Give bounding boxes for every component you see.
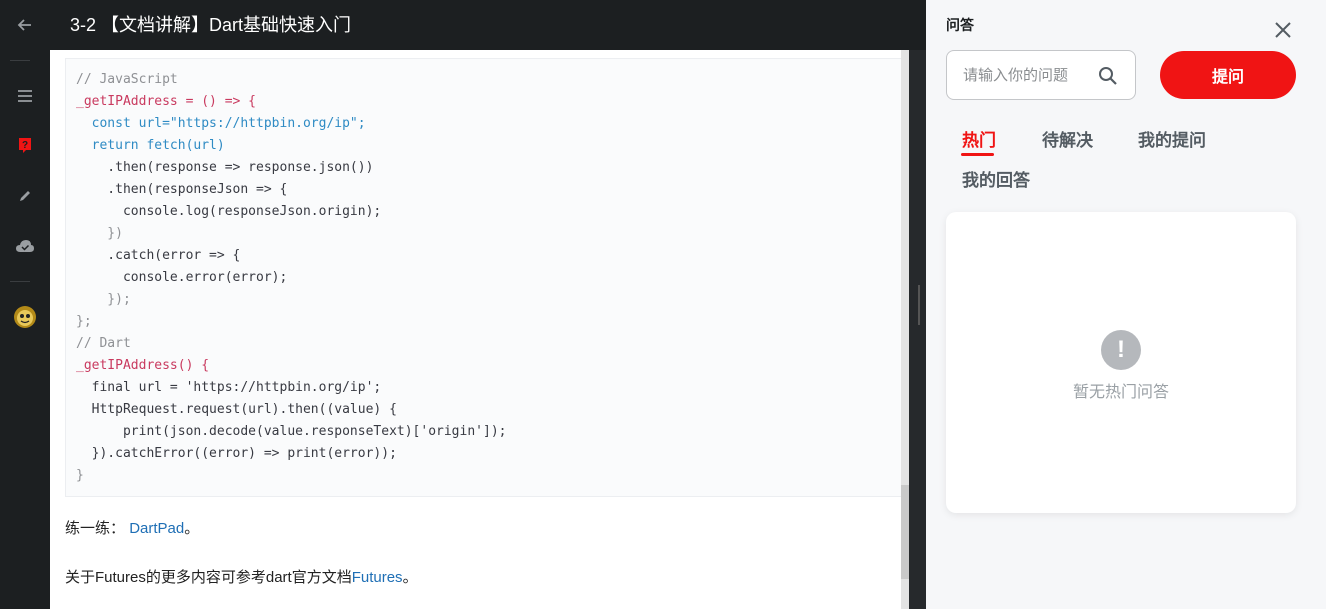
rail-divider [10,281,30,282]
question-input[interactable] [963,51,1093,99]
top-header: 3-2 【文档讲解】Dart基础快速入门 [50,0,926,50]
code-line: .then(response => response.json()) [76,160,374,175]
exclamation-icon: ! [1101,330,1141,370]
page-title: 3-2 【文档讲解】Dart基础快速入门 [70,15,352,35]
question-icon: ? [19,138,31,153]
code-block: // JavaScript _getIPAddress = () => { co… [65,58,902,497]
left-rail: ? [0,0,50,609]
menu-button[interactable] [0,76,50,116]
practice-suffix: 。 [184,520,200,537]
cloud-icon [16,240,34,252]
scrollbar-thumb[interactable] [901,485,909,579]
tab-pending[interactable]: 待解决 [1042,126,1093,151]
qa-button[interactable]: ? [0,126,50,166]
search-box [946,50,1136,100]
code-line: .catch(error => { [76,248,241,263]
ask-button[interactable]: 提问 [1160,51,1296,99]
code-line: console.log(responseJson.origin); [76,204,382,219]
pencil-icon [20,191,30,201]
avatar-icon [14,306,36,328]
search-icon[interactable] [1097,65,1119,87]
back-button[interactable] [0,5,50,45]
code-line: .then(responseJson => { [76,182,288,197]
rail-divider [10,60,30,61]
panel-title: 问答 [946,17,974,33]
document-content: // JavaScript _getIPAddress = () => { co… [50,50,902,609]
code-line: } [76,468,84,483]
empty-state-text: 暂无热门问答 [1072,384,1169,401]
user-avatar[interactable] [0,297,50,337]
code-line: _getIPAddress() { [76,358,210,373]
svg-text:?: ? [22,140,28,151]
code-line: const url="https://httpbin.org/ip"; [76,116,366,131]
code-line: }; [76,314,92,329]
code-line: }); [76,292,131,307]
empty-state-card: ! 暂无热门问答 [946,212,1296,513]
qa-panel: 问答 提问 热门 待解决 我的提问 我的回答 ! 暂无热门问答 [926,0,1326,609]
panel-divider [909,50,926,609]
back-arrow-icon [17,19,31,31]
code-line: console.error(error); [76,270,288,285]
code-line: final url = 'https://httpbin.org/ip'; [76,380,382,395]
code-line: print(json.decode(value.responseText)['o… [76,424,507,439]
tab-my-questions[interactable]: 我的提问 [1138,126,1206,151]
code-line: HttpRequest.request(url).then((value) { [76,402,397,417]
active-tab-indicator [961,153,994,156]
tab-my-answers[interactable]: 我的回答 [962,166,1030,191]
code-line: // Dart [76,336,131,351]
resize-handle[interactable] [918,285,920,325]
code-line: _getIPAddress = () => { [76,91,902,113]
practice-paragraph: 练一练： DartPad。 [65,517,199,538]
close-icon [1275,22,1291,38]
code-line: return fetch(url) [76,138,225,153]
notes-button[interactable] [0,176,50,216]
tab-hot[interactable]: 热门 [962,126,996,151]
code-line: }) [76,226,123,241]
futures-prefix: 关于Futures的更多内容可参考dart官方文档 [65,569,352,586]
code-line: // JavaScript [76,72,178,87]
code-line: }).catchError((error) => print(error)); [76,446,397,461]
dartpad-link[interactable]: DartPad [129,520,184,537]
futures-link[interactable]: Futures [352,569,403,586]
app-root: ? 3-2 【文档讲解】Dart基础快速入门 // JavaScript _ge… [0,0,1326,609]
futures-paragraph: 关于Futures的更多内容可参考dart官方文档Futures。 [65,566,418,587]
close-button[interactable] [1273,20,1293,40]
practice-prefix: 练一练： [65,520,126,537]
cloud-button[interactable] [0,226,50,266]
futures-suffix: 。 [402,569,418,586]
code-line-text: _getIPAddress = () => { [76,94,257,109]
doc-scrollbar[interactable] [901,50,909,609]
menu-icon [18,90,32,102]
